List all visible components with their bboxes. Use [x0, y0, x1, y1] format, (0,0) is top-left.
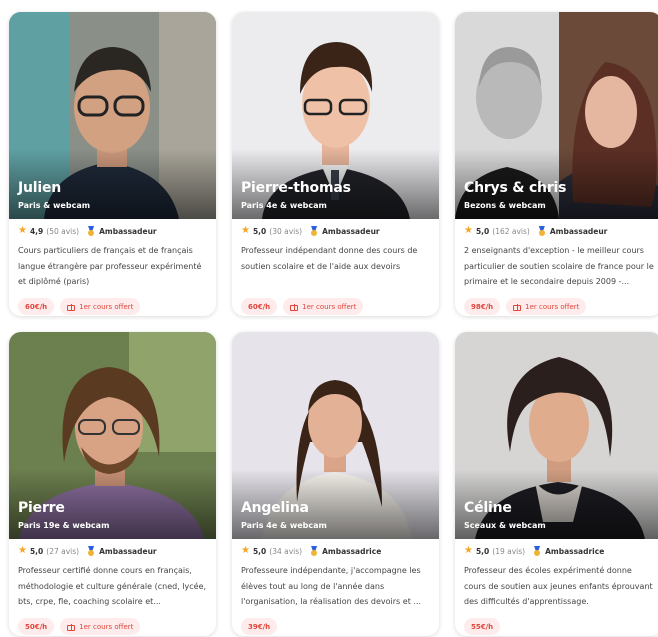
tutor-meta: ★ 4,9 (50 avis) Ambassadeur	[18, 225, 208, 237]
ambassador-badge: Ambassadeur	[99, 546, 157, 556]
tutor-description: 2 enseignants d'exception - le meilleur …	[464, 246, 654, 286]
gift-icon	[67, 623, 76, 631]
offer-tag: 1er cours offert	[60, 618, 141, 635]
rating-value: 5,0	[29, 546, 44, 556]
star-icon: ★	[241, 545, 250, 556]
rating-value: 5,0	[252, 226, 267, 236]
tutor-name: Pierre-thomas	[241, 180, 351, 196]
tutor-name: Chrys & chris	[464, 180, 567, 196]
tutor-description: Cours particuliers de français et de fra…	[18, 246, 202, 286]
tutor-meta: ★ 5,0 (19 avis) Ambassadrice	[464, 545, 654, 557]
offer-tag: 1er cours offert	[60, 298, 141, 315]
tutor-description: Professeur certifié donne cours en franç…	[18, 566, 207, 606]
tutor-description: Professeur indépendant donne des cours d…	[241, 246, 418, 271]
tutor-location: Paris 19e & webcam	[18, 521, 110, 530]
ambassador-badge: Ambassadeur	[322, 226, 380, 236]
tutor-card[interactable]: Angelina Paris 4e & webcam ★ 5,0 (34 avi…	[232, 332, 439, 636]
price-tag: 60€/h	[241, 298, 278, 315]
tutor-description: Professeur des écoles expérimenté donne …	[464, 566, 653, 606]
gift-icon	[290, 303, 299, 311]
tutor-location: Paris 4e & webcam	[241, 201, 327, 210]
tutor-photo[interactable]: Angelina Paris 4e & webcam	[232, 332, 439, 539]
review-count: (34 avis)	[269, 546, 303, 556]
tutor-location: Paris & webcam	[18, 201, 91, 210]
tutor-meta: ★ 5,0 (30 avis) Ambassadeur	[241, 225, 431, 237]
tutor-name: Céline	[464, 500, 512, 516]
tutor-description: Professeure indépendante, j'accompagne l…	[241, 566, 421, 606]
offer-label: 1er cours offert	[79, 622, 134, 631]
tutor-photo[interactable]: Pierre Paris 19e & webcam	[9, 332, 216, 539]
rating-value: 5,0	[475, 546, 490, 556]
tutor-card[interactable]: Julien Paris & webcam ★ 4,9 (50 avis) Am…	[9, 12, 216, 316]
tutor-location: Paris 4e & webcam	[241, 521, 327, 530]
tutor-card[interactable]: Céline Sceaux & webcam ★ 5,0 (19 avis) A…	[455, 332, 658, 636]
tutor-name: Pierre	[18, 500, 65, 516]
rating-value: 4,9	[29, 226, 44, 236]
price-tag: 98€/h	[464, 298, 501, 315]
ambassador-badge: Ambassadrice	[322, 546, 382, 556]
tutor-location: Bezons & webcam	[464, 201, 546, 210]
star-icon: ★	[464, 545, 473, 556]
tutor-meta: ★ 5,0 (34 avis) Ambassadrice	[241, 545, 431, 557]
tutor-location: Sceaux & webcam	[464, 521, 546, 530]
ambassador-badge: Ambassadeur	[99, 226, 157, 236]
review-count: (162 avis)	[492, 226, 530, 236]
price-tag: 50€/h	[18, 618, 55, 635]
star-icon: ★	[18, 225, 27, 236]
gift-icon	[513, 303, 522, 311]
tutor-card[interactable]: Pierre-thomas Paris 4e & webcam ★ 5,0 (3…	[232, 12, 439, 316]
star-icon: ★	[241, 225, 250, 236]
tutor-name: Angelina	[241, 500, 309, 516]
star-icon: ★	[464, 225, 473, 236]
offer-label: 1er cours offert	[79, 302, 134, 311]
offer-label: 1er cours offert	[525, 302, 580, 311]
gift-icon	[67, 303, 76, 311]
ambassador-badge: Ambassadrice	[545, 546, 605, 556]
star-icon: ★	[18, 545, 27, 556]
tutor-meta: ★ 5,0 (162 avis) Ambassadeur	[464, 225, 654, 237]
medal-icon	[87, 546, 95, 556]
tutor-grid: Julien Paris & webcam ★ 4,9 (50 avis) Am…	[0, 0, 658, 637]
tutor-card[interactable]: Chrys & chris Bezons & webcam ★ 5,0 (162…	[455, 12, 658, 316]
medal-icon	[87, 226, 95, 236]
tutor-photo[interactable]: Céline Sceaux & webcam	[455, 332, 658, 539]
tutor-photo[interactable]: Pierre-thomas Paris 4e & webcam	[232, 12, 439, 219]
review-count: (50 avis)	[46, 226, 80, 236]
review-count: (19 avis)	[492, 546, 526, 556]
offer-tag: 1er cours offert	[506, 298, 587, 315]
offer-tag: 1er cours offert	[283, 298, 364, 315]
offer-label: 1er cours offert	[302, 302, 357, 311]
price-tag: 39€/h	[241, 618, 278, 635]
medal-icon	[310, 226, 318, 236]
price-tag: 60€/h	[18, 298, 55, 315]
ambassador-badge: Ambassadeur	[549, 226, 608, 236]
tutor-photo[interactable]: Chrys & chris Bezons & webcam	[455, 12, 658, 219]
rating-value: 5,0	[252, 546, 267, 556]
tutor-name: Julien	[18, 180, 62, 196]
rating-value: 5,0	[475, 226, 490, 236]
medal-icon	[533, 546, 541, 556]
review-count: (27 avis)	[46, 546, 80, 556]
tutor-card[interactable]: Pierre Paris 19e & webcam ★ 5,0 (27 avis…	[9, 332, 216, 636]
review-count: (30 avis)	[269, 226, 303, 236]
medal-icon	[310, 546, 318, 556]
tutor-photo[interactable]: Julien Paris & webcam	[9, 12, 216, 219]
tutor-meta: ★ 5,0 (27 avis) Ambassadeur	[18, 545, 208, 557]
medal-icon	[538, 226, 546, 236]
price-tag: 55€/h	[464, 618, 501, 635]
